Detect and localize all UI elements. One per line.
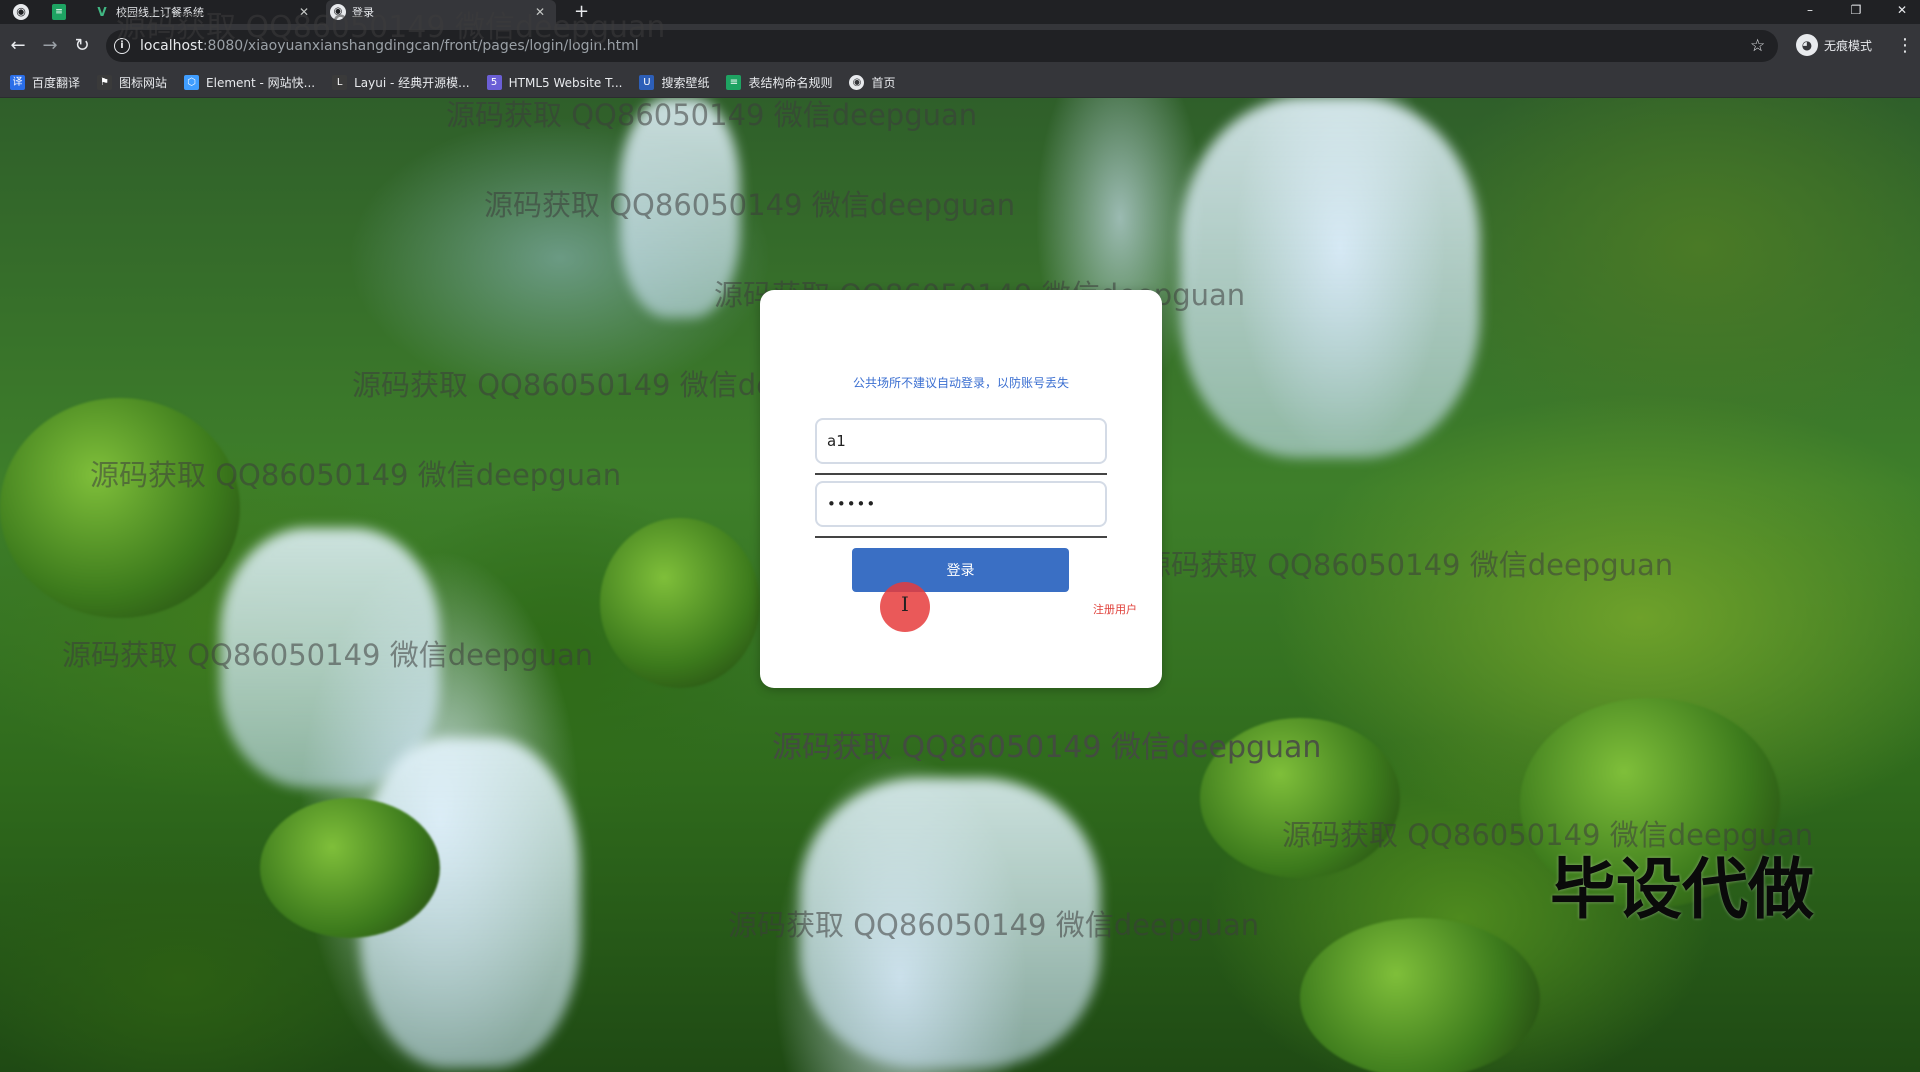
layui-icon: L <box>332 75 348 90</box>
register-link[interactable]: 注册用户 <box>1093 601 1137 617</box>
mossy-rock <box>600 518 760 688</box>
bookmark-label: 百度翻译 <box>32 76 81 90</box>
bookmark-icon-site[interactable]: ⚑ 图标网站 <box>97 74 167 91</box>
username-input[interactable]: a1 <box>815 418 1107 464</box>
globe-icon: ◉ <box>849 75 865 90</box>
bookmark-label: Element - 网站快... <box>206 76 316 90</box>
bookmark-label: HTML5 Website T... <box>508 75 623 90</box>
window-close-button[interactable]: ✕ <box>1880 0 1920 24</box>
watermark-text: 源码获取 QQ86050149 微信deepguan <box>62 638 594 672</box>
globe-icon[interactable]: ◉ <box>13 4 29 20</box>
translate-icon: 译 <box>10 75 25 90</box>
bookmark-star-icon[interactable]: ☆ <box>1750 35 1765 57</box>
incognito-profile[interactable]: ◕ 无痕模式 <box>1796 34 1872 56</box>
watermark-text: 源码获取 QQ86050149 微信deepguan <box>116 10 666 45</box>
bookmark-element[interactable]: ⬡ Element - 网站快... <box>184 74 315 91</box>
text-cursor-icon: I <box>901 592 909 616</box>
watermark-text: 源码获取 QQ86050149 微信deepguan <box>446 98 978 132</box>
html5-icon: 5 <box>486 75 502 90</box>
bookmark-baidu-translate[interactable]: 译百度翻译 <box>10 74 80 91</box>
bookmark-html5[interactable]: 5 HTML5 Website T... <box>486 75 623 90</box>
mossy-rock <box>1300 918 1540 1072</box>
menu-icon[interactable]: ⋮ <box>1896 34 1914 58</box>
bookmark-label: 表结构命名规则 <box>748 76 833 90</box>
mossy-rock <box>260 798 440 938</box>
bookmark-label: 搜索壁纸 <box>661 76 710 90</box>
divider <box>815 473 1107 475</box>
bookmark-layui[interactable]: L Layui - 经典开源模... <box>332 74 470 91</box>
watermark-text: 源码获取 QQ86050149 微信deepguan <box>484 188 1016 222</box>
security-tip: 公共场所不建议自动登录，以防账号丢失 <box>852 376 1069 390</box>
bookmark-table-naming[interactable]: ≡ 表结构命名规则 <box>726 74 832 91</box>
minimize-button[interactable]: – <box>1788 0 1832 24</box>
watermark-text: 源码获取 QQ86050149 微信deepguan <box>90 458 622 492</box>
incognito-icon: ◕ <box>1796 34 1818 56</box>
corner-watermark: 毕设代做 <box>1550 851 1814 928</box>
mossy-rock <box>0 398 240 618</box>
bookmark-home[interactable]: ◉ 首页 <box>849 74 896 91</box>
sheet-icon: ≡ <box>726 75 742 90</box>
bookmark-label: 图标网站 <box>119 76 168 90</box>
login-card: 公共场所不建议自动登录，以防账号丢失 a1 ••••• 登录 注册用户 <box>760 290 1162 688</box>
bookmark-wallpaper[interactable]: U 搜索壁纸 <box>639 74 709 91</box>
element-icon: ⬡ <box>184 75 200 90</box>
maximize-button[interactable]: ❐ <box>1834 0 1878 24</box>
watermark-text: 源码获取 QQ86050149 微信deepguan <box>728 908 1260 942</box>
profile-label: 无痕模式 <box>1824 38 1873 53</box>
bookmark-label: Layui - 经典开源模... <box>354 76 470 90</box>
back-icon[interactable]: ← <box>6 34 30 58</box>
flag-icon: ⚑ <box>97 75 113 90</box>
bookmark-label: 首页 <box>871 76 896 90</box>
watermark-text: 源码获取 QQ86050149 微信deepguan <box>1142 548 1674 582</box>
forward-icon[interactable]: → <box>38 34 62 58</box>
wallpaper-icon: U <box>639 75 655 90</box>
vue-icon: V <box>97 5 107 19</box>
reload-icon[interactable]: ↻ <box>70 34 94 58</box>
divider <box>815 536 1107 538</box>
login-button[interactable]: 登录 <box>852 548 1069 592</box>
password-input[interactable]: ••••• <box>815 481 1107 527</box>
sheet-icon[interactable]: ≡ <box>52 4 66 20</box>
watermark-text: 源码获取 QQ86050149 微信deepguan <box>772 730 1322 765</box>
